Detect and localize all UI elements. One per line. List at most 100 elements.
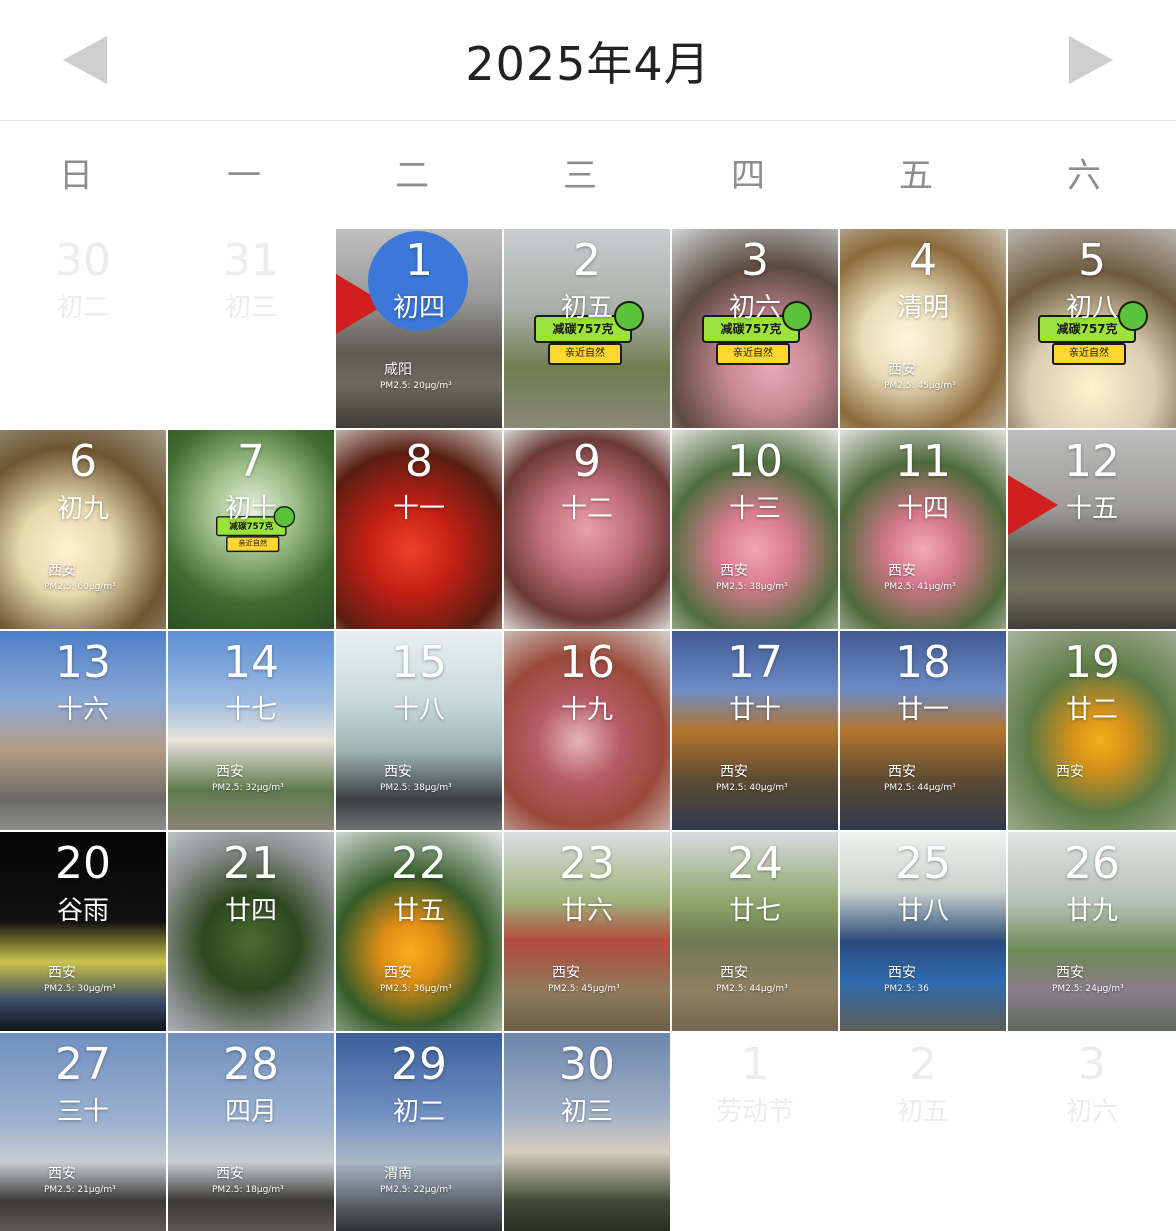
calendar-day-outside-month: 3 初六: [1008, 1033, 1176, 1231]
calendar-day-cell[interactable]: 减碳757克 亲近自然 3 初六: [672, 229, 838, 428]
calendar-day-cell[interactable]: 21 廿四: [168, 832, 334, 1031]
day-number: 15: [391, 637, 447, 688]
lunar-date-label: 初五: [560, 293, 613, 323]
location-label: 西安: [888, 362, 916, 378]
day-number: 14: [223, 637, 279, 688]
calendar-day-cell[interactable]: 23 廿六 西安 PM2.5: 45μg/m³: [504, 832, 670, 1031]
calendar-day-cell[interactable]: 12 十五: [1008, 430, 1176, 629]
lunar-date-label: 十二: [560, 494, 613, 524]
day-number: 17: [727, 637, 783, 688]
day-number: 27: [55, 1039, 111, 1090]
calendar-day-cell[interactable]: 15 十八西安 PM2.5: 38μg/m³: [336, 631, 502, 830]
day-number: 21: [223, 838, 279, 889]
day-number: 12: [1064, 436, 1120, 487]
calendar-day-outside-month: 30 初二: [0, 229, 166, 428]
day-number: 8: [405, 436, 433, 487]
calendar-day-cell[interactable]: 26 廿九 西安 PM2.5: 24μg/m³: [1008, 832, 1176, 1031]
lunar-date-label: 廿二: [1065, 695, 1118, 725]
pm25-readout: PM2.5: 20μg/m³: [380, 381, 452, 391]
calendar-day-cell[interactable]: 1 初四 咸阳 PM2.5: 20μg/m³: [336, 229, 502, 428]
calendar-day-cell[interactable]: 18 廿一 西安 PM2.5: 44μg/m³: [840, 631, 1006, 830]
lunar-date-label: 十六: [56, 695, 109, 725]
pm25-readout: PM2.5: 36μg/m³: [380, 984, 452, 994]
day-number: 18: [895, 637, 951, 688]
calendar-day-cell[interactable]: 27 三十 西安 PM2.5: 21μg/m³: [0, 1033, 166, 1231]
pm25-readout: PM2.5: 32μg/m³: [212, 783, 284, 793]
lunar-date-label: 初八: [1065, 293, 1118, 323]
pm25-readout: PM2.5: 38μg/m³: [716, 582, 788, 592]
day-number: 10: [727, 436, 783, 487]
lunar-date-label: 廿四: [224, 896, 277, 926]
calendar-day-outside-month: 1 劳动节: [672, 1033, 838, 1231]
calendar-day-cell[interactable]: 29 初二 渭南 PM2.5: 22μg/m³: [336, 1033, 502, 1231]
lunar-date-label: 四月: [224, 1097, 277, 1127]
location-label: 西安: [1056, 764, 1084, 780]
next-month-arrow-icon[interactable]: [1069, 36, 1113, 84]
day-number: 13: [55, 637, 111, 688]
badge-sublabel: 亲近自然: [226, 536, 280, 553]
calendar-day-cell[interactable]: 20 谷雨 西安 PM2.5: 30μg/m³: [0, 832, 166, 1031]
pm25-readout: PM2.5: 30μg/m³: [44, 984, 116, 994]
lunar-date-label: 初三: [560, 1097, 613, 1127]
lunar-date-label: 廿七: [728, 896, 781, 926]
calendar-day-cell[interactable]: 减碳757克 亲近自然 7 初十: [168, 430, 334, 629]
calendar-day-cell[interactable]: 11 十四 西安 PM2.5: 41μg/m³: [840, 430, 1006, 629]
pm25-readout: PM2.5: 44μg/m³: [716, 984, 788, 994]
calendar-day-cell[interactable]: 30 初三: [504, 1033, 670, 1231]
location-label: 西安: [384, 764, 412, 780]
location-label: 西安: [888, 563, 916, 579]
location-label: 西安: [720, 965, 748, 981]
day-number: 20: [55, 838, 111, 889]
day-number: 2: [909, 1039, 937, 1090]
lunar-date-label: 初二: [392, 1097, 445, 1127]
pm25-readout: PM2.5: 36: [884, 984, 929, 994]
lunar-date-label: 十七: [224, 695, 277, 725]
lunar-date-label: 廿六: [560, 896, 613, 926]
calendar-day-cell[interactable]: 减碳757克 亲近自然 5 初八: [1008, 229, 1176, 428]
day-number: 3: [741, 235, 769, 286]
calendar-day-cell[interactable]: 4 清明 西安 PM2.5: 45μg/m³: [840, 229, 1006, 428]
lunar-date-label: 廿九: [1065, 896, 1118, 926]
calendar-day-cell[interactable]: 24 廿七 西安 PM2.5: 44μg/m³: [672, 832, 838, 1031]
weekday-label: 五: [899, 156, 933, 196]
weekday-label: 二: [395, 156, 429, 196]
pm25-readout: PM2.5: 18μg/m³: [212, 1185, 284, 1195]
lunar-date-label: 廿十: [728, 695, 781, 725]
lunar-date-label: 初二: [56, 293, 109, 323]
calendar-grid: 30 初二 31 初三 1 初四 咸阳 PM2.5: 20μg/m³ 减碳757克 亲近自然 2 初五…: [0, 229, 1176, 1231]
calendar-header: 2025年4月: [0, 0, 1176, 121]
day-number: 30: [55, 235, 111, 286]
badge-sublabel: 亲近自然: [1052, 343, 1126, 365]
day-number: 7: [237, 436, 265, 487]
lunar-date-label: 十一: [392, 494, 445, 524]
lunar-date-label: 初六: [728, 293, 781, 323]
calendar-day-cell[interactable]: 19 廿二 西安: [1008, 631, 1176, 830]
pm25-readout: PM2.5: 40μg/m³: [716, 783, 788, 793]
calendar-day-cell[interactable]: 16 十九: [504, 631, 670, 830]
location-label: 西安: [552, 965, 580, 981]
lunar-date-label: 初十: [224, 494, 277, 524]
weekday-label: 四: [731, 156, 765, 196]
pm25-readout: PM2.5: 44μg/m³: [884, 783, 956, 793]
day-number: 4: [909, 235, 937, 286]
calendar-day-cell[interactable]: 13 十六: [0, 631, 166, 830]
badge-sublabel: 亲近自然: [548, 343, 622, 365]
calendar-day-cell[interactable]: 22 廿五 西安 PM2.5: 36μg/m³: [336, 832, 502, 1031]
pm25-readout: PM2.5: 41μg/m³: [884, 582, 956, 592]
calendar-day-cell[interactable]: 6 初九 西安 PM2.5: 60μg/m³: [0, 430, 166, 629]
calendar-day-cell[interactable]: 9 十二: [504, 430, 670, 629]
calendar-day-cell[interactable]: 17 廿十 西安 PM2.5: 40μg/m³: [672, 631, 838, 830]
calendar-day-cell[interactable]: 14 十七 西安 PM2.5: 32μg/m³: [168, 631, 334, 830]
calendar-day-cell[interactable]: 28 四月 西安 PM2.5: 18μg/m³: [168, 1033, 334, 1231]
weekday-label: 三: [563, 156, 597, 196]
lunar-date-label: 谷雨: [56, 896, 109, 926]
calendar-day-cell[interactable]: 8 十一: [336, 430, 502, 629]
lunar-date-label: 十八: [392, 695, 445, 725]
calendar-day-cell[interactable]: 25 廿八 西安 PM2.5: 36: [840, 832, 1006, 1031]
day-number: 29: [391, 1039, 447, 1090]
calendar-day-cell[interactable]: 10 十三 西安 PM2.5: 38μg/m³: [672, 430, 838, 629]
calendar-day-cell[interactable]: 减碳757克 亲近自然 2 初五: [504, 229, 670, 428]
month-title: 2025年4月: [465, 37, 711, 91]
calendar-day-outside-month: 2 初五: [840, 1033, 1006, 1231]
pm25-readout: PM2.5: 38μg/m³: [380, 783, 452, 793]
